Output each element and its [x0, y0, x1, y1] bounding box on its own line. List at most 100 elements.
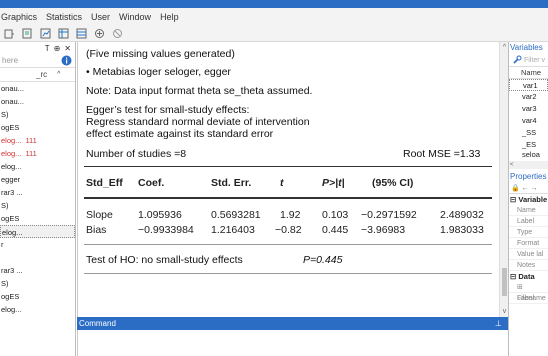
review-item-count: 111: [25, 136, 37, 145]
info-icon[interactable]: [61, 55, 72, 66]
header-ci: (95% CI): [372, 177, 414, 189]
table-header-rule: [84, 197, 492, 199]
review-item-text: S): [1, 201, 9, 210]
break-icon[interactable]: [111, 28, 123, 39]
review-item-text: onau...: [1, 84, 24, 93]
test-ho-pvalue: P=0.445: [303, 254, 343, 266]
review-item-text: elog...: [1, 149, 22, 158]
prop-label: Label: [509, 216, 548, 227]
prop-name: Name: [509, 205, 548, 216]
pin-icon[interactable]: ⊥: [495, 317, 502, 330]
egger-description-1: Regress standard normal deviate of inter…: [86, 116, 310, 128]
format-note: Note: Data input format theta se_theta a…: [86, 85, 313, 97]
review-item[interactable]: elog... 111: [0, 134, 75, 147]
review-item[interactable]: ogES: [0, 121, 75, 134]
review-item[interactable]: ogES: [0, 212, 75, 225]
menu-user[interactable]: User: [91, 12, 110, 22]
variables-name-header[interactable]: Name: [509, 67, 548, 79]
variable-item[interactable]: var1: [509, 79, 548, 91]
header-std-eff: Std_Eff: [86, 177, 123, 189]
row-slope-se: 0.5693281: [211, 209, 261, 221]
properties-title: Properties: [510, 172, 547, 181]
row-bias-ci-high: 1.983033: [440, 224, 484, 236]
editor-icon[interactable]: [57, 28, 69, 39]
review-item[interactable]: elog...: [0, 225, 75, 238]
review-item[interactable]: elog...: [0, 160, 75, 173]
chevron-up-icon[interactable]: ^: [57, 71, 60, 78]
graph-icon[interactable]: [39, 28, 51, 39]
menu-graphics[interactable]: Graphics: [1, 12, 37, 22]
menu-help[interactable]: Help: [160, 12, 179, 22]
variables-hscroll[interactable]: <: [509, 161, 548, 169]
menu-bar: Graphics Statistics User Window Help: [0, 8, 548, 26]
variable-item[interactable]: _SS: [509, 127, 548, 139]
prop-type: Type: [509, 227, 548, 238]
variable-item[interactable]: var3: [509, 103, 548, 115]
properties-toolbar[interactable]: 🔒 ← →: [509, 183, 548, 194]
variable-item[interactable]: _ES: [509, 139, 548, 151]
review-search-input[interactable]: here: [2, 56, 61, 65]
filter-icon[interactable]: T: [45, 44, 50, 53]
menu-window[interactable]: Window: [119, 12, 151, 22]
number-of-studies: Number of studies =8: [86, 148, 187, 160]
review-item-text: S): [1, 279, 9, 288]
review-item[interactable]: rar3 ...: [0, 264, 75, 277]
browser-icon[interactable]: [75, 28, 87, 39]
review-item-text: S): [1, 110, 9, 119]
row-slope-label: Slope: [86, 209, 113, 221]
egger-description-2: effect estimate against its standard err…: [86, 128, 274, 140]
variable-item[interactable]: var2: [509, 91, 548, 103]
viewer-icon[interactable]: [21, 28, 33, 39]
review-item[interactable]: S): [0, 199, 75, 212]
prop-value-label: Value lal: [509, 249, 548, 260]
command-input[interactable]: [77, 330, 508, 356]
scroll-thumb[interactable]: [502, 268, 507, 296]
variables-filter-input[interactable]: Filter v: [524, 57, 545, 64]
title-bar: [0, 0, 548, 8]
row-bias-label: Bias: [86, 224, 107, 236]
review-item[interactable]: ogES: [0, 290, 75, 303]
root-mse: Root MSE =1.33: [403, 148, 481, 160]
review-item[interactable]: rar3 ...: [0, 186, 75, 199]
review-item[interactable]: elog...: [0, 303, 75, 316]
review-item[interactable]: r: [0, 238, 75, 251]
results-scrollbar[interactable]: ^ v: [499, 42, 508, 317]
variable-item[interactable]: var4: [509, 115, 548, 127]
rc-column[interactable]: _rc: [36, 70, 47, 79]
variable-item[interactable]: seloa: [509, 151, 548, 159]
header-t: t: [280, 177, 284, 189]
prop-filename: ⊞ Filename: [509, 282, 548, 302]
test-ho-label: Test of HO: no small-study effects: [86, 254, 243, 266]
review-search[interactable]: here: [0, 54, 75, 68]
review-item[interactable]: onau...: [0, 95, 75, 108]
data-section[interactable]: ⊟ Data: [509, 271, 548, 282]
review-item-text: elog...: [1, 162, 22, 171]
header-std-err: Std. Err.: [211, 177, 252, 189]
row-bias-se: 1.216403: [211, 224, 255, 236]
row-slope-p: 0.103: [322, 209, 349, 221]
review-item[interactable]: egger: [0, 173, 75, 186]
review-item[interactable]: [0, 251, 75, 264]
command-echo: • Metabias loger seloger, egger: [86, 66, 231, 78]
more-icon[interactable]: [93, 28, 105, 39]
close-icon[interactable]: ✕: [64, 44, 71, 53]
review-item-text: egger: [1, 175, 21, 184]
review-item-text: elog...: [1, 305, 22, 314]
row-bias-ci-low: −3.96983: [361, 224, 406, 236]
review-item[interactable]: S): [0, 277, 75, 290]
review-item-text: elog...: [1, 136, 22, 145]
menu-statistics[interactable]: Statistics: [46, 12, 82, 22]
review-panel: T ⊕ ✕ here _rc ^ onau... onau... S) ogES elo…: [0, 42, 76, 356]
toolbar: [0, 26, 548, 42]
variables-filter[interactable]: Filter v: [509, 54, 548, 67]
review-item[interactable]: onau...: [0, 82, 75, 95]
data-section-label: Data: [518, 272, 535, 281]
review-item[interactable]: elog... 111: [0, 147, 75, 160]
review-item[interactable]: S): [0, 108, 75, 121]
log-icon[interactable]: [3, 28, 15, 39]
variables-section[interactable]: ⊟ Variable: [509, 194, 548, 205]
table-bottom-rule: [84, 244, 492, 245]
review-item-text: r: [1, 240, 4, 249]
pin-icon[interactable]: ⊕: [54, 44, 61, 53]
wrench-icon[interactable]: [512, 55, 522, 65]
